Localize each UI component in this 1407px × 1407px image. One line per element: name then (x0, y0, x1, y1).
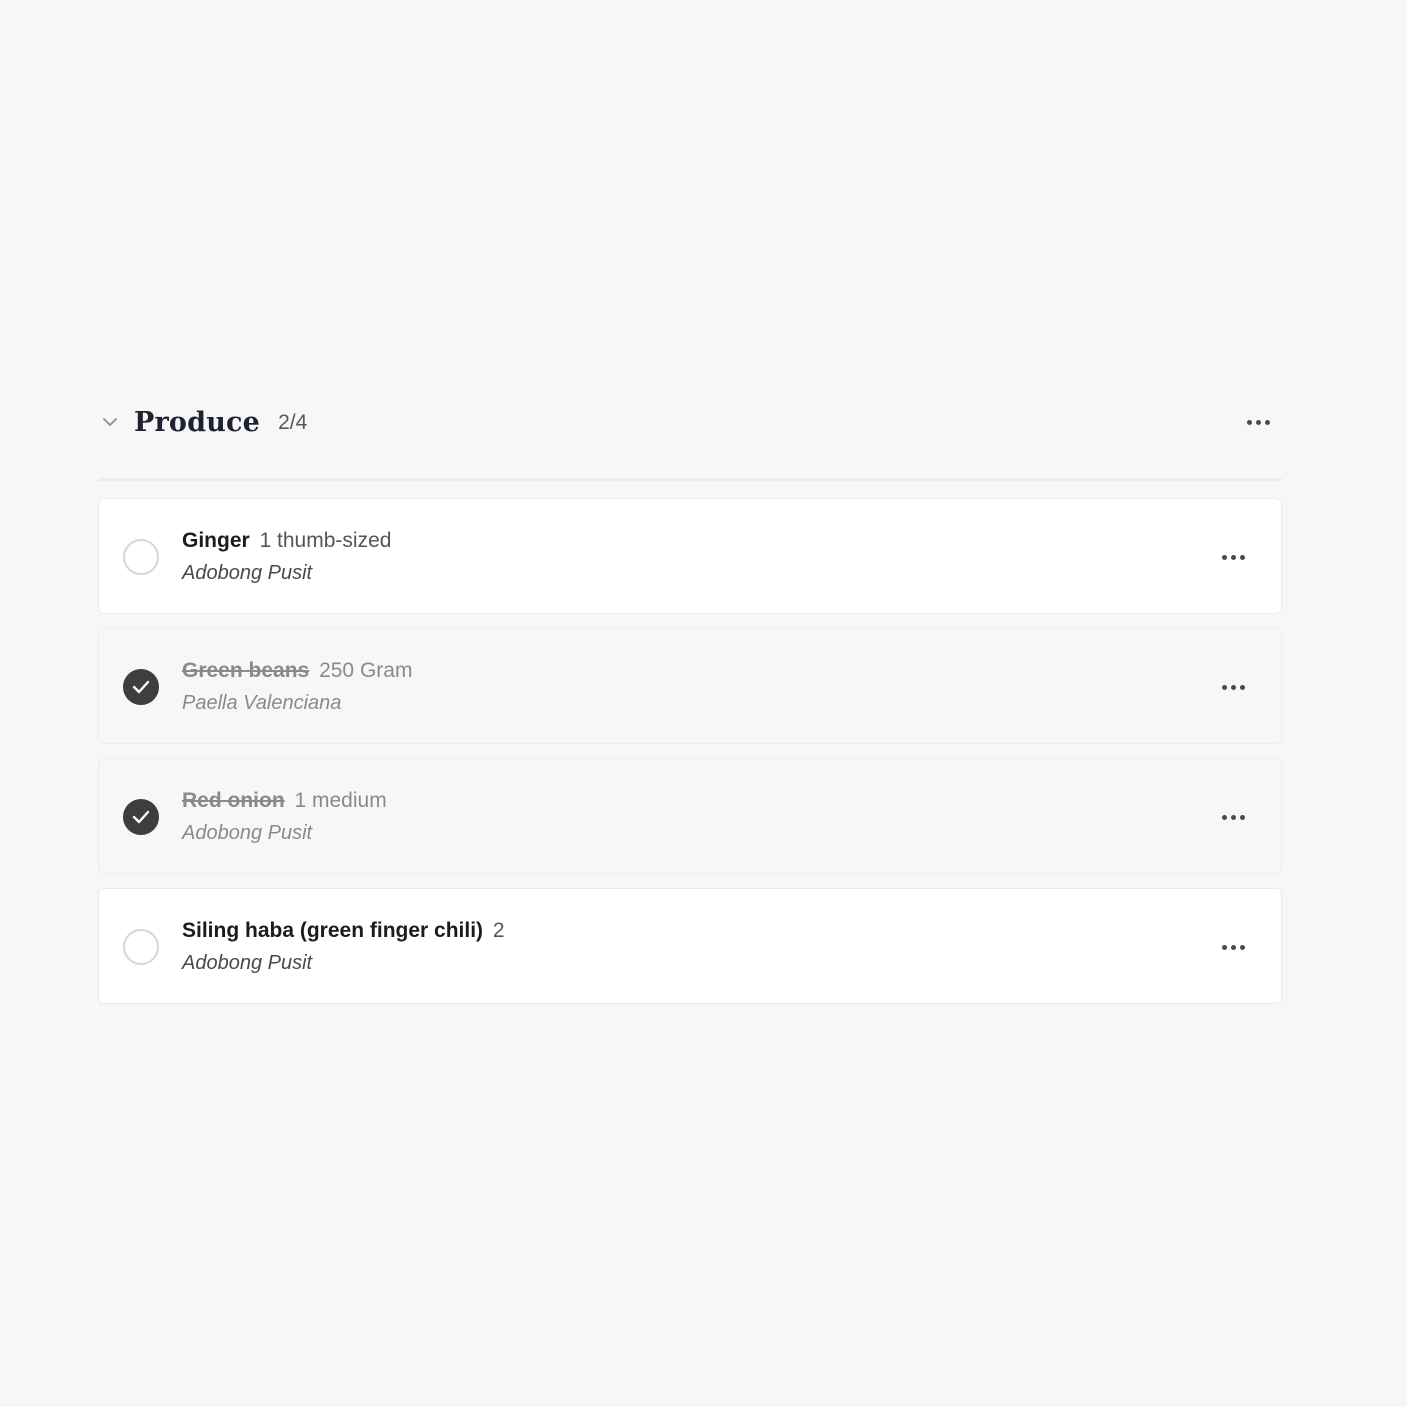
item-more-button[interactable] (1217, 543, 1249, 571)
item-recipe: Adobong Pusit (182, 562, 313, 584)
chevron-down-icon[interactable] (98, 410, 122, 434)
item-quantity: 250 Gram (319, 659, 413, 682)
item-quantity: 1 thumb-sized (259, 529, 392, 552)
section-header: Produce 2/4 (98, 392, 1282, 452)
item-name: Siling haba (green finger chili) (182, 919, 484, 942)
item-checkbox[interactable] (123, 539, 159, 575)
item-recipe: Paella Valenciana (182, 692, 342, 714)
item-name: Ginger (182, 529, 250, 552)
item-list: Ginger 1 thumb-sized Adobong Pusit Green… (98, 498, 1282, 1004)
item-text: Ginger 1 thumb-sized Adobong Pusit (182, 526, 391, 588)
section-count: 2/4 (278, 411, 308, 434)
more-horizontal-icon (1221, 554, 1245, 560)
item-name: Green beans (182, 659, 310, 682)
item-recipe: Adobong Pusit (182, 822, 313, 844)
more-horizontal-icon (1221, 684, 1245, 690)
more-horizontal-icon (1221, 944, 1245, 950)
item-recipe: Adobong Pusit (182, 952, 313, 974)
list-item: Ginger 1 thumb-sized Adobong Pusit (98, 498, 1282, 614)
item-text: Siling haba (green finger chili) 2 Adobo… (182, 916, 505, 978)
item-checkbox-checked[interactable] (123, 799, 159, 835)
item-text: Red onion 1 medium Adobong Pusit (182, 786, 387, 848)
item-quantity: 1 medium (294, 789, 387, 812)
item-quantity: 2 (492, 919, 505, 942)
produce-section: Produce 2/4 Ginger 1 thumb-sized Adobong… (98, 392, 1282, 1018)
section-title: Produce (134, 406, 261, 438)
more-horizontal-icon (1221, 814, 1245, 820)
checkmark-icon (132, 680, 150, 694)
list-item: Red onion 1 medium Adobong Pusit (98, 758, 1282, 874)
more-horizontal-icon (1246, 419, 1270, 425)
item-more-button[interactable] (1217, 803, 1249, 831)
item-name: Red onion (182, 789, 285, 812)
item-checkbox-checked[interactable] (123, 669, 159, 705)
section-divider (98, 478, 1282, 481)
list-item: Green beans 250 Gram Paella Valenciana (98, 628, 1282, 744)
item-more-button[interactable] (1217, 933, 1249, 961)
item-more-button[interactable] (1217, 673, 1249, 701)
item-checkbox[interactable] (123, 929, 159, 965)
section-more-button[interactable] (1242, 408, 1274, 436)
checkmark-icon (132, 810, 150, 824)
item-text: Green beans 250 Gram Paella Valenciana (182, 656, 412, 718)
list-item: Siling haba (green finger chili) 2 Adobo… (98, 888, 1282, 1004)
